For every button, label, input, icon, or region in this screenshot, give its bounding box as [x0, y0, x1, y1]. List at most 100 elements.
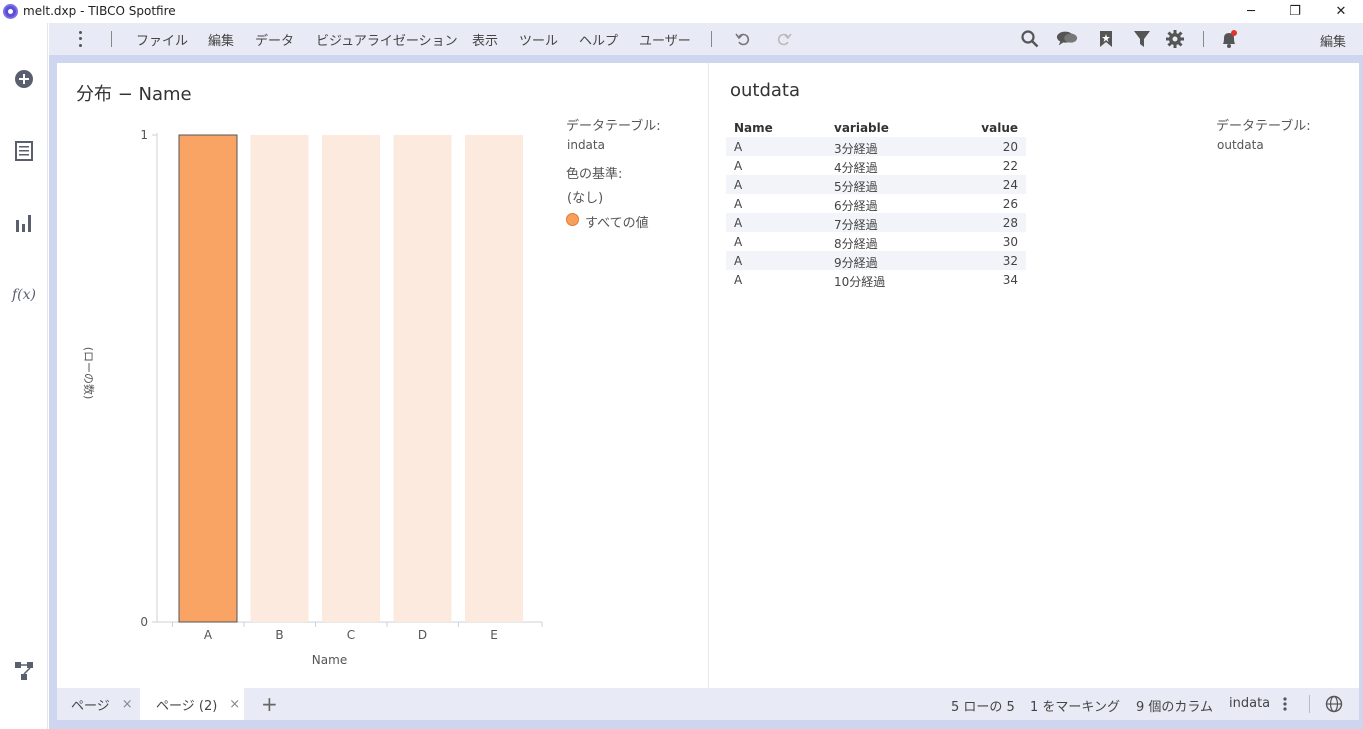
add-page-button[interactable]: + [261, 692, 278, 716]
menu-separator [111, 31, 112, 47]
x-tick-label[interactable]: E [490, 628, 498, 642]
menu-separator [711, 31, 712, 47]
page-tab-label: ページ (2) [156, 698, 218, 714]
maximize-button[interactable]: ❐ [1272, 0, 1318, 23]
legend-table-label: データテーブル: [566, 119, 661, 134]
cell-value: 22 [1002, 159, 1018, 173]
table-row[interactable]: A 5分経過 24 [726, 175, 1026, 194]
comments-icon[interactable] [1056, 28, 1078, 50]
cell-name: A [734, 254, 743, 268]
status-marked[interactable]: 1 をマーキング [1030, 696, 1120, 715]
close-window-button[interactable]: ✕ [1318, 0, 1363, 23]
add-icon[interactable] [10, 65, 38, 93]
edit-mode-select[interactable]: 編集 [1304, 28, 1363, 50]
title-bar: melt.dxp - TIBCO Spotfire ─ ❐ ✕ [0, 0, 1363, 23]
menu-view[interactable]: 表示 [472, 30, 498, 49]
redo-icon[interactable] [773, 28, 795, 50]
x-tick-label[interactable]: A [204, 628, 213, 642]
search-icon[interactable] [1019, 28, 1041, 50]
window-title: melt.dxp - TIBCO Spotfire [23, 4, 176, 18]
legend-color-label: 色の基準: [566, 167, 623, 182]
status-table[interactable]: indata [1229, 696, 1270, 711]
menu-separator [1203, 31, 1204, 47]
data-table[interactable]: Name variable value A 3分経過 20 A 4分経過 22 A 5分経過 2… [726, 118, 1026, 289]
minimize-button[interactable]: ─ [1228, 0, 1274, 23]
menu-edit[interactable]: 編集 [208, 30, 234, 49]
cell-value: 28 [1002, 216, 1018, 230]
cell-name: A [734, 216, 743, 230]
page-tab-1[interactable]: ページ × [57, 688, 139, 720]
menu-bar: ファイル 編集 データ ビジュアライゼーション 表示 ツール ヘルプ ユーザー … [49, 23, 1363, 55]
close-tab-icon[interactable]: × [122, 697, 133, 712]
bar-e[interactable] [465, 135, 523, 622]
column-header-name[interactable]: Name [734, 121, 773, 135]
legend-color-value: (なし) [567, 191, 604, 206]
cell-variable: 3分経過 [834, 142, 878, 156]
table-row[interactable]: A 4分経過 22 [726, 156, 1026, 175]
legend-item-label[interactable]: すべての値 [585, 212, 649, 231]
bar-d[interactable] [393, 135, 452, 622]
x-tick-label[interactable]: B [275, 628, 283, 642]
cell-value: 34 [1002, 273, 1018, 287]
bar-a[interactable] [178, 134, 238, 623]
y-axis-title[interactable]: (ローの数) [82, 347, 95, 400]
menu-data[interactable]: データ [255, 30, 294, 49]
bottom-bar: ページ × ページ (2) × + 5 ローの 5 1 をマーキング 9 個のカ… [57, 688, 1359, 720]
filter-icon[interactable] [1131, 28, 1153, 50]
close-tab-icon[interactable]: × [229, 697, 240, 712]
function-icon[interactable]: f(x) [10, 281, 38, 309]
cell-name: A [734, 178, 743, 192]
column-header-variable[interactable]: variable [834, 121, 889, 135]
cell-variable: 8分経過 [834, 237, 878, 251]
table-legend-value: outdata [1217, 138, 1264, 152]
cell-name: A [734, 159, 743, 173]
page-tab-2[interactable]: ページ (2) × [140, 688, 244, 720]
settings-icon[interactable] [1164, 28, 1186, 50]
edit-mode-label: 編集 [1320, 35, 1347, 50]
legend-swatch [566, 213, 579, 226]
globe-icon[interactable] [1325, 695, 1343, 717]
bar-b[interactable] [250, 135, 309, 622]
cell-value: 30 [1002, 235, 1018, 249]
undo-icon[interactable] [732, 28, 754, 50]
table-row[interactable]: A 10分経過 34 [726, 270, 1026, 289]
table-body: A 3分経過 20 A 4分経過 22 A 5分経過 24 A 6分経過 26 A 7分経過 28 A 8分経過… [726, 137, 1026, 289]
more-menu-icon[interactable] [74, 29, 86, 49]
bar-chart[interactable]: 0 1 A B C D E Name (ローの数) [57, 63, 557, 678]
status-more-icon[interactable] [1279, 695, 1291, 717]
x-tick-label[interactable]: D [418, 628, 427, 642]
cell-variable: 10分経過 [834, 275, 886, 289]
cell-variable: 5分経過 [834, 180, 878, 194]
menu-file[interactable]: ファイル [136, 30, 188, 49]
menu-help[interactable]: ヘルプ [579, 30, 618, 49]
table-row[interactable]: A 3分経過 20 [726, 137, 1026, 156]
cell-name: A [734, 140, 743, 154]
left-rail: f(x) [0, 23, 48, 729]
legend-table-value: indata [567, 138, 605, 152]
data-canvas-icon[interactable] [10, 657, 38, 685]
column-header-value[interactable]: value [981, 121, 1018, 135]
table-row[interactable]: A 7分経過 28 [726, 213, 1026, 232]
bookmark-icon[interactable] [1095, 28, 1117, 50]
visualization-icon[interactable] [10, 209, 38, 237]
cell-variable: 4分経過 [834, 161, 878, 175]
x-axis-title[interactable]: Name [312, 653, 347, 667]
table-row[interactable]: A 8分経過 30 [726, 232, 1026, 251]
bar-c[interactable] [322, 135, 380, 622]
cell-value: 32 [1002, 254, 1018, 268]
table-title[interactable]: outdata [730, 80, 800, 101]
menu-user[interactable]: ユーザー [639, 30, 691, 49]
menu-tools[interactable]: ツール [519, 30, 558, 49]
cell-variable: 6分経過 [834, 199, 878, 213]
panel-divider[interactable] [708, 63, 709, 688]
table-row[interactable]: A 9分経過 32 [726, 251, 1026, 270]
cell-name: A [734, 273, 743, 287]
cell-value: 24 [1002, 178, 1018, 192]
menu-visualization[interactable]: ビジュアライゼーション [316, 30, 458, 49]
x-tick-label[interactable]: C [347, 628, 355, 642]
data-table-icon[interactable] [10, 137, 38, 165]
notifications-icon[interactable] [1218, 28, 1240, 50]
table-header: Name variable value [726, 118, 1026, 137]
cell-value: 26 [1002, 197, 1018, 211]
table-row[interactable]: A 6分経過 26 [726, 194, 1026, 213]
